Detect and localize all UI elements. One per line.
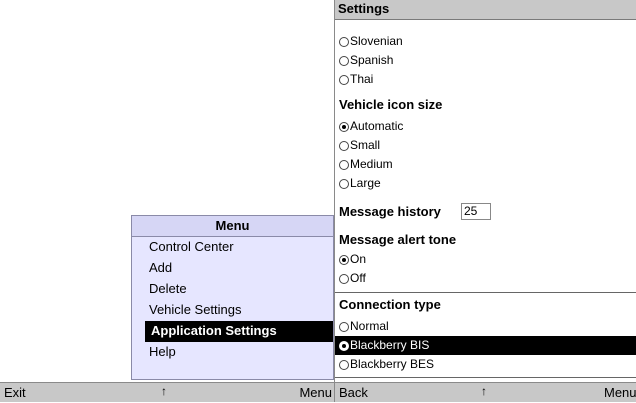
radio-label: Large	[350, 176, 381, 190]
back-softkey[interactable]: Back	[339, 383, 368, 402]
radio-button-icon[interactable]	[339, 340, 349, 351]
radio-button-icon[interactable]	[339, 159, 349, 170]
radio-on[interactable]: On	[339, 250, 366, 269]
radio-label: Blackberry BIS	[350, 338, 430, 352]
radio-normal[interactable]: Normal	[339, 317, 389, 336]
radio-button-icon[interactable]	[339, 178, 349, 189]
vehicle-icon-size-label: Vehicle icon size	[339, 97, 443, 112]
radio-button-icon[interactable]	[339, 36, 349, 47]
message-history-label: Message history	[339, 204, 441, 219]
menu-title: Menu	[132, 216, 333, 237]
left-softkey-bar: Exit ↑ Menu	[0, 382, 334, 402]
radio-label: Small	[350, 138, 381, 152]
message-alert-tone-label: Message alert tone	[339, 232, 457, 247]
radio-button-icon[interactable]	[339, 321, 349, 332]
radio-thai[interactable]: Thai	[339, 70, 373, 89]
radio-label: Automatic	[350, 119, 404, 133]
radio-button-icon[interactable]	[339, 254, 349, 265]
exit-softkey[interactable]: Exit	[4, 383, 26, 403]
right-screen: Settings Slovenian Spanish Thai Vehicle …	[334, 0, 636, 402]
radio-blackberry-bes[interactable]: Blackberry BES	[339, 355, 434, 374]
radio-label: Medium	[350, 157, 393, 171]
radio-small[interactable]: Small	[339, 136, 380, 155]
up-arrow-icon[interactable]: ↑	[161, 381, 167, 401]
radio-button-icon[interactable]	[339, 140, 349, 151]
left-screen: Menu Control Center Add Delete Vehicle S…	[0, 0, 334, 402]
menu-item-add[interactable]: Add	[132, 258, 333, 279]
radio-button-icon[interactable]	[339, 55, 349, 66]
settings-title: Settings	[335, 0, 636, 20]
menu-item-help[interactable]: Help	[132, 342, 333, 363]
context-menu: Menu Control Center Add Delete Vehicle S…	[131, 215, 334, 380]
radio-large[interactable]: Large	[339, 174, 381, 193]
message-history-input[interactable]: 25	[461, 203, 491, 220]
radio-slovenian[interactable]: Slovenian	[339, 32, 403, 51]
radio-label: Spanish	[350, 53, 394, 67]
radio-button-icon[interactable]	[339, 121, 349, 132]
radio-label: Off	[350, 271, 366, 285]
radio-label: Normal	[350, 319, 389, 333]
radio-blackberry-bis[interactable]: Blackberry BIS	[335, 336, 636, 355]
right-softkey-bar: Back ↑ Menu	[335, 382, 636, 402]
radio-label: Slovenian	[350, 34, 403, 48]
radio-automatic[interactable]: Automatic	[339, 117, 403, 136]
up-arrow-icon[interactable]: ↑	[481, 381, 487, 401]
menu-item-application-settings[interactable]: Application Settings	[145, 321, 333, 342]
radio-medium[interactable]: Medium	[339, 155, 393, 174]
menu-item-delete[interactable]: Delete	[132, 279, 333, 300]
radio-off[interactable]: Off	[339, 269, 366, 288]
menu-softkey[interactable]: Menu	[299, 383, 332, 403]
radio-label: On	[350, 252, 367, 266]
radio-label: Blackberry BES	[350, 357, 435, 371]
connection-type-label: Connection type	[339, 297, 441, 312]
radio-button-icon[interactable]	[339, 359, 349, 370]
menu-item-control-center[interactable]: Control Center	[132, 237, 333, 258]
radio-button-icon[interactable]	[339, 74, 349, 85]
radio-label: Thai	[350, 72, 374, 86]
radio-button-icon[interactable]	[339, 273, 349, 284]
menu-softkey[interactable]: Menu	[604, 383, 636, 402]
menu-item-vehicle-settings[interactable]: Vehicle Settings	[132, 300, 333, 321]
connection-type-group: Connection type Normal Blackberry BIS Bl…	[335, 292, 636, 378]
radio-spanish[interactable]: Spanish	[339, 51, 393, 70]
